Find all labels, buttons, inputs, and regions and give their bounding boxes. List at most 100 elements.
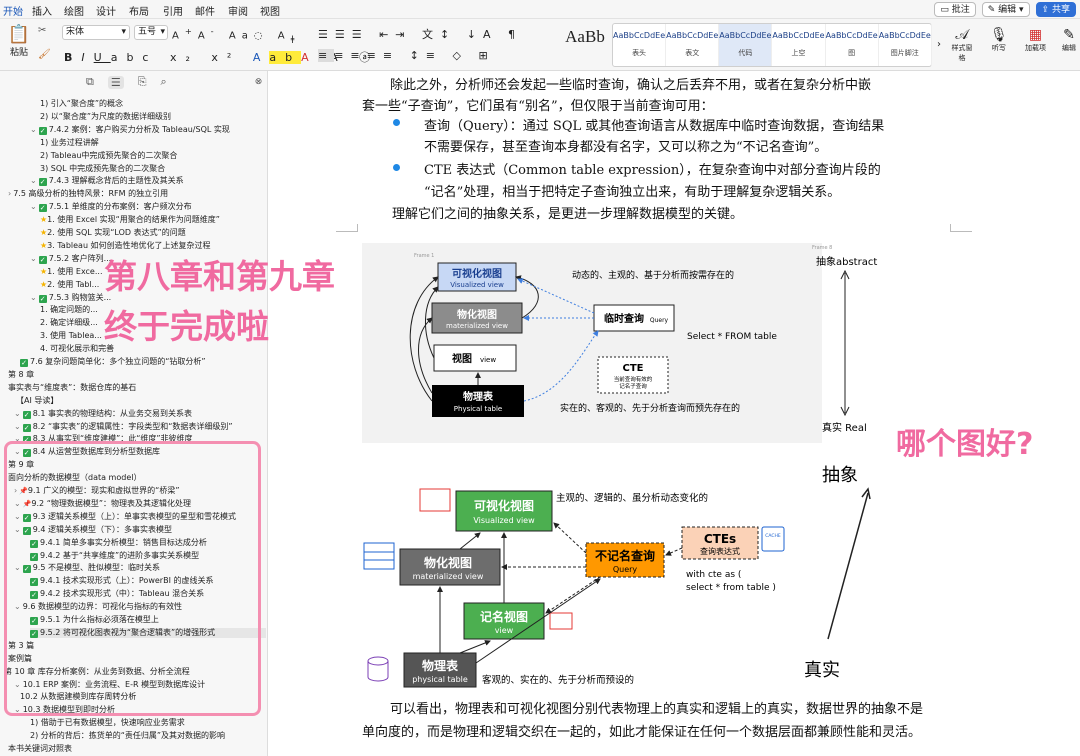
outline-item[interactable]: ✓ 7.6 复杂问题简单化：多个独立问题的“钻取分析” [20,357,266,367]
tab-mailings[interactable]: 邮件 [195,3,215,18]
dictate-button[interactable]: 🎙 听写 [990,27,1008,53]
font-name-select[interactable]: 宋体 ▾ [62,25,130,40]
outline-item-label: 7.4.3 理解概念背后的主题性及其关系 [48,176,184,186]
style-item[interactable]: AaBbCcDdEe 表文 [666,24,720,66]
outline-item[interactable]: 【AI 导读】 [16,396,266,406]
cte-sublabel: 记名子查询 [619,382,647,390]
style-item[interactable]: AaBbCcDdEe 图 [826,24,879,66]
margin-marker [336,224,358,232]
chevron-icon[interactable]: ⌄ [14,422,21,431]
style-item[interactable]: AaBbCcDdEe 上空 [772,24,826,66]
paste-button[interactable]: 📋 粘贴 [4,25,34,59]
search-icon[interactable]: ⌕ [161,75,167,89]
chevron-icon[interactable]: ⌄ [30,293,37,302]
edit-mode-button[interactable]: ✎ 编辑 ▾ [981,2,1030,17]
query-label: 临时查询 [604,312,644,325]
outline-item[interactable]: ⌄ ✓ 8.1 事实表的物理结构：从业务交易到关系表 [14,409,266,419]
outline-item[interactable]: 事实表与“维度表”：数据仓库的基石 [8,383,266,393]
outline-item[interactable]: 3) SQL 中完成预先聚合的二次聚合 [40,164,266,174]
style-pane-button[interactable]: 𝒜 样式窗格 [950,27,974,63]
outline-icon[interactable]: ☰ [107,75,124,89]
abstract-label: 抽象abstract [816,255,877,268]
editing-button[interactable]: ✎ 编辑 [1062,27,1076,53]
code-note: select * from table ) [686,583,776,593]
figure-2-axis: 抽象 真实 [804,465,871,681]
comment-button[interactable]: ▭ 批注 [934,2,976,17]
share-icon: ⇪ [1041,5,1050,15]
arrow [545,576,601,614]
style-item[interactable]: AaBbCcDdEe 图片脚注 [879,24,932,66]
chevron-icon[interactable]: ⌄ [30,176,37,185]
paragraph: 除此之外，分析师还会发起一些临时查询，确认之后丢弃不用，或者在复杂分析中嵌 [390,78,872,93]
figure-note: 主观的、逻辑的、虽分析动态变化的 [556,492,708,504]
visualized-view-label: 可视化视图 [474,498,534,513]
outline-item[interactable]: ⌄ ✓ 7.5.1 单维度的分布案例：客户频次分布 [30,202,266,213]
bullet-text: 查询（Query）：通过 SQL 或其他查询语言从数据库中临时查询数据，查询结果 [424,119,885,134]
outline-item[interactable]: 2) Tableau中完成预先聚合的二次聚合 [40,151,266,161]
share-button[interactable]: ⇪ 共享 [1035,2,1076,17]
chevron-icon[interactable]: › [8,189,11,198]
navigation-pane: ⧉ ☰ ⎘ ⌕ ⊗ 1) 引入“聚合度”的概念 2) 以“聚合度”为尺度的数据详细… [0,71,268,756]
outline-item[interactable]: ★2. 使用 SQL 实现“LOD 表达式”的问题 [40,228,266,238]
style-gallery: AaBbCcDdEe 表头 AaBbCcDdEe 表文 AaBbCcDdEe 代码 A… [612,23,932,67]
outline-item-label: 【AI 导读】 [16,395,59,405]
visualized-view-sublabel: Visualized view [473,516,535,525]
cut-icon[interactable]: ✂ [38,25,46,36]
paragraph: 单向度的，而是物理和逻辑交织在一起的，如此才能保证在任何一个数据层面都兼顾性能和… [362,725,922,740]
database-icon [367,656,389,666]
outline-item[interactable]: ★1. 使用 Excel 实现“用聚合的结果作为问题维度” [40,215,266,225]
menu-bar: 开始 插入 绘图 设计 布局 引用 邮件 审阅 视图 ▭ 批注 ✎ 编辑 ▾ ⇪… [0,0,1080,21]
margin-marker [950,224,972,232]
tab-draw[interactable]: 绘图 [64,3,84,18]
paragraph: 可以看出，物理表和可视化视图分别代表物理上的真实和逻辑上的真实，数据世界的抽象不… [390,702,924,717]
view-icon [549,612,573,630]
table-icon [363,542,395,570]
outline-item[interactable]: ⌄ ✓ 7.4.2 案例：客户购买力分析及 Tableau/SQL 实现 [30,125,266,135]
outline-item-label: 8.2 “事实表”的逻辑属性：字段类型和“数据表详细级别” [32,421,233,431]
chevron-icon[interactable]: ⌄ [30,125,37,134]
tab-references[interactable]: 引用 [163,3,183,18]
view-sublabel: view [480,356,496,364]
chevron-icon[interactable]: ⌄ [14,409,21,418]
outline-item[interactable]: ⌄ ✓ 7.4.3 理解概念背后的主题性及其关系 [30,176,266,187]
tab-view[interactable]: 视图 [260,3,280,18]
outline-item[interactable]: › 7.5 高级分析的独特风景：RFM 的独立引用 [8,189,266,199]
bookmark-icon[interactable]: ⎘ [138,75,147,89]
tab-review[interactable]: 审阅 [228,3,248,18]
font-size-select[interactable]: 五号 ▾ [134,25,168,40]
outline-item[interactable]: 1) 引入“聚合度”的概念 [40,99,266,109]
style-item[interactable]: AaBbCcDdEe 表头 [613,24,667,66]
addins-button[interactable]: ▦ 加载项 [1025,27,1046,53]
outline-item[interactable]: 2) 分析的背后：拣货单的“责任归属”及其对数据的影响 [30,731,266,741]
real-label: 真实 [804,660,840,681]
chevron-icon[interactable]: ⌄ [30,254,37,263]
style-preview[interactable]: AaBb [560,25,610,49]
nav-toolbar: ⧉ ☰ ⎘ ⌕ ⊗ [0,71,267,93]
paragraph: 套一些“子查询”，它们虽有“别名”，但仅限于当前查询可用： [362,99,714,114]
outline-item[interactable]: 1) 业务过程讲解 [40,138,266,148]
close-icon[interactable]: ⊗ [255,77,263,87]
font-size-adjust[interactable]: A+A- Aa◌ Aǂ [172,26,300,43]
thumbnail-icon[interactable]: ⧉ [86,75,94,89]
real-label: 真实 Real [822,421,867,434]
format-painter-icon[interactable]: 🖌 [38,49,51,60]
list-buttons[interactable]: ☰☰☰ ⇤⇥ 文↕ ↓A ¶ [318,26,522,42]
outline-item[interactable]: 第 8 章 [8,370,266,380]
cte-label: CTE [623,363,644,374]
outline-item[interactable]: ⌄ ✓ 8.2 “事实表”的逻辑属性：字段类型和“数据表详细级别” [14,422,266,432]
check-icon: ✓ [20,359,28,367]
figure-2: 可视化视图 Visualized view 物化视图 materialized … [363,488,785,688]
outline-item[interactable]: 1) 借助于已有数据模型，快速响应业务需求 [30,718,266,728]
align-buttons[interactable]: ≡≡≡≡≡ ↕≡ ◇ ⊞ [318,49,495,62]
tab-insert[interactable]: 插入 [32,3,52,18]
chevron-icon[interactable]: ⌄ [30,202,37,211]
gallery-more-icon[interactable]: › [937,39,941,50]
style-item[interactable]: AaBbCcDdEe 代码 [719,24,773,66]
outline-item-label: 7.5.2 客户阵列... [48,253,112,263]
outline-item-label: 7.4.2 案例：客户购买力分析及 Tableau/SQL 实现 [48,124,230,134]
outline-item[interactable]: 2) 以“聚合度”为尺度的数据详细级别 [40,112,266,122]
outline-item[interactable]: 本书关键词对照表 [8,744,266,754]
visualized-view-sublabel: Visualized view [450,281,504,289]
tab-layout[interactable]: 布局 [129,3,149,18]
tab-design[interactable]: 设计 [96,3,116,18]
